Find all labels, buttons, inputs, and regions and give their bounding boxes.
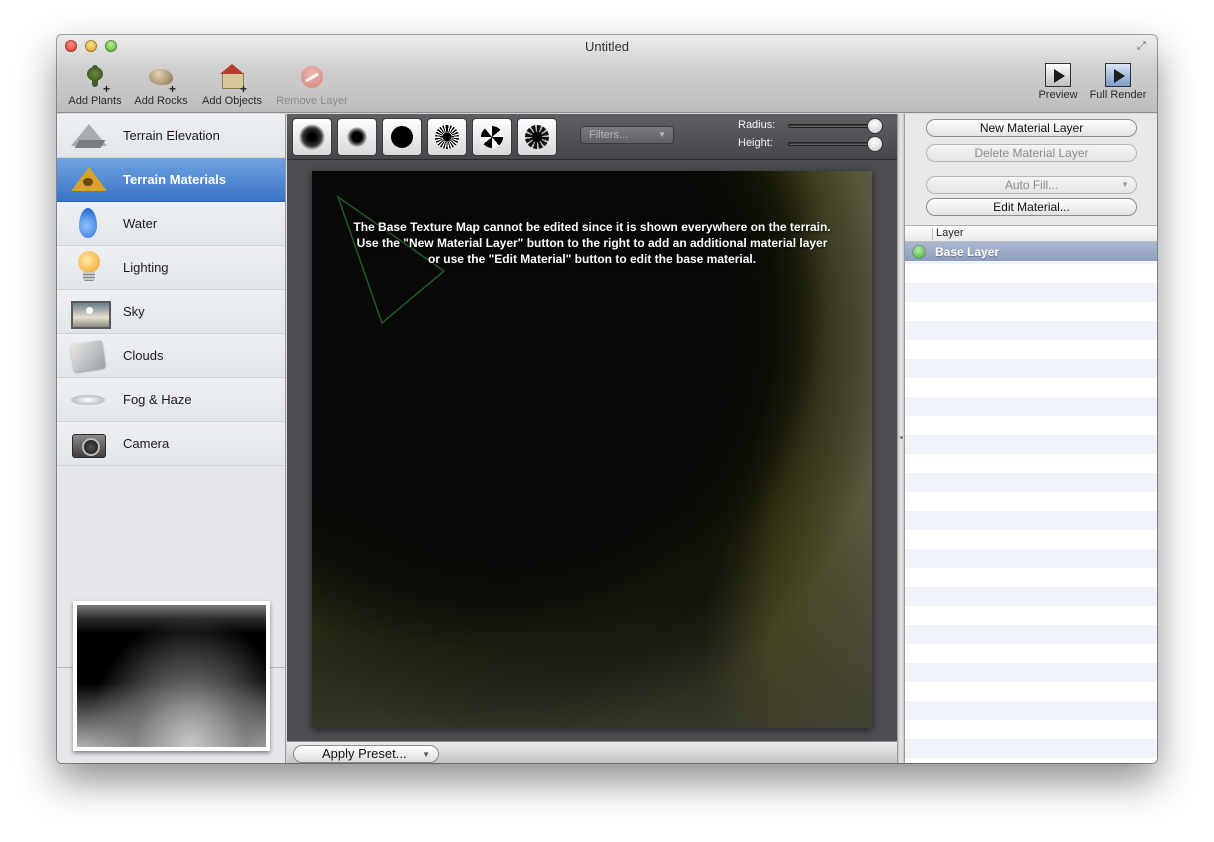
sidebar-item-label: Terrain Elevation (123, 128, 220, 143)
height-slider[interactable] (788, 142, 874, 146)
material-editor: Filters... ▼ Radius: Height: The Base Te… (287, 114, 897, 763)
table-row[interactable]: Base Layer (905, 242, 1157, 261)
sidebar-item-label: Lighting (123, 260, 169, 275)
light-bulb-icon (69, 250, 109, 286)
delete-material-layer-button[interactable]: Delete Material Layer (926, 144, 1137, 162)
radius-slider-knob[interactable] (867, 118, 883, 134)
preview-button[interactable]: Preview (1035, 63, 1081, 101)
layer-status-dot-icon (913, 245, 925, 258)
add-objects-button[interactable]: + Add Objects (198, 63, 266, 107)
radius-label: Radius: (738, 119, 776, 131)
app-window: Untitled ⤢ + Add Plants + Add Rocks + Ad… (57, 35, 1157, 763)
fan-brush-button[interactable] (472, 118, 512, 156)
layer-name: Base Layer (935, 244, 1000, 259)
sidebar-item-terrain-elevation[interactable]: Terrain Elevation (57, 114, 285, 158)
rock-icon: + (146, 63, 176, 95)
auto-fill-label: Auto Fill... (1004, 178, 1059, 192)
water-drop-icon (69, 206, 109, 242)
sidebar-item-clouds[interactable]: Clouds (57, 334, 285, 378)
fog-icon (69, 382, 109, 418)
radius-slider[interactable] (788, 124, 874, 128)
chevron-down-icon: ▼ (422, 750, 430, 759)
terrain-elevation-icon (69, 118, 109, 154)
editor-bottom-bar: Apply Preset... ▼ (287, 741, 897, 763)
sidebar-item-label: Water (123, 216, 158, 231)
split-view-divider[interactable] (897, 114, 905, 763)
apply-preset-label: Apply Preset... (322, 746, 407, 761)
sidebar-item-water[interactable]: Water (57, 202, 285, 246)
chevron-down-icon: ▼ (658, 130, 666, 139)
clouds-icon (69, 338, 109, 374)
soft-brush-small-button[interactable] (337, 118, 377, 156)
noise-brush-button[interactable] (427, 118, 467, 156)
sidebar-item-label: Camera (123, 436, 170, 451)
layer-column-header[interactable]: Layer (905, 226, 1157, 242)
height-label: Height: (738, 137, 773, 149)
texture-map-canvas[interactable]: The Base Texture Map cannot be edited si… (312, 171, 872, 728)
splatter-brush-button[interactable] (517, 118, 557, 156)
remove-layer-button[interactable]: Remove Layer (274, 63, 350, 107)
filters-label: Filters... (589, 129, 629, 141)
canvas-message: The Base Texture Map cannot be edited si… (353, 220, 831, 266)
object-icon: + (217, 63, 247, 95)
add-rocks-label: Add Rocks (134, 95, 188, 107)
camera-icon (69, 426, 109, 462)
terrain-preview-image (77, 605, 266, 747)
preview-icon (1045, 63, 1071, 87)
brush-toolbar: Filters... ▼ Radius: Height: (287, 114, 897, 160)
terrain-materials-icon (69, 162, 109, 198)
full-render-button[interactable]: Full Render (1085, 63, 1151, 101)
sidebar-item-camera[interactable]: Camera (57, 422, 285, 466)
sidebar-item-label: Fog & Haze (123, 392, 192, 407)
sidebar-item-fog-haze[interactable]: Fog & Haze (57, 378, 285, 422)
new-material-layer-button[interactable]: New Material Layer (926, 119, 1137, 137)
height-slider-knob[interactable] (867, 136, 883, 152)
sidebar-item-label: Clouds (123, 348, 164, 363)
preview-thumbnail[interactable] (73, 601, 270, 751)
full-render-icon (1105, 63, 1131, 87)
soft-brush-large-button[interactable] (292, 118, 332, 156)
add-rocks-button[interactable]: + Add Rocks (131, 63, 191, 107)
chevron-down-icon: ▼ (1121, 180, 1129, 189)
apply-preset-button[interactable]: Apply Preset... ▼ (293, 745, 439, 763)
layer-table: Layer Base Layer (905, 225, 1157, 763)
title-toolbar: Untitled ⤢ + Add Plants + Add Rocks + Ad… (57, 35, 1157, 113)
full-render-label: Full Render (1089, 89, 1147, 101)
plant-icon: + (80, 63, 110, 95)
sidebar-item-lighting[interactable]: Lighting (57, 246, 285, 290)
preview-label: Preview (1038, 89, 1078, 101)
fullscreen-icon[interactable]: ⤢ (1137, 40, 1149, 52)
add-objects-label: Add Objects (202, 95, 262, 107)
sidebar-item-label: Terrain Materials (123, 172, 227, 187)
window-title: Untitled (584, 39, 630, 54)
sidebar-item-terrain-materials[interactable]: Terrain Materials (57, 158, 285, 202)
remove-layer-label: Remove Layer (276, 95, 348, 107)
remove-layer-icon (297, 63, 327, 93)
add-plants-button[interactable]: + Add Plants (65, 63, 125, 107)
add-plants-label: Add Plants (68, 95, 122, 107)
layers-panel: New Material Layer Delete Material Layer… (905, 114, 1157, 763)
auto-fill-dropdown[interactable]: Auto Fill... ▼ (926, 176, 1137, 194)
filters-dropdown[interactable]: Filters... ▼ (580, 126, 674, 144)
sky-icon (69, 294, 111, 330)
sidebar-item-sky[interactable]: Sky (57, 290, 285, 334)
sidebar-item-label: Sky (123, 304, 145, 319)
edit-material-button[interactable]: Edit Material... (926, 198, 1137, 216)
hard-brush-button[interactable] (382, 118, 422, 156)
